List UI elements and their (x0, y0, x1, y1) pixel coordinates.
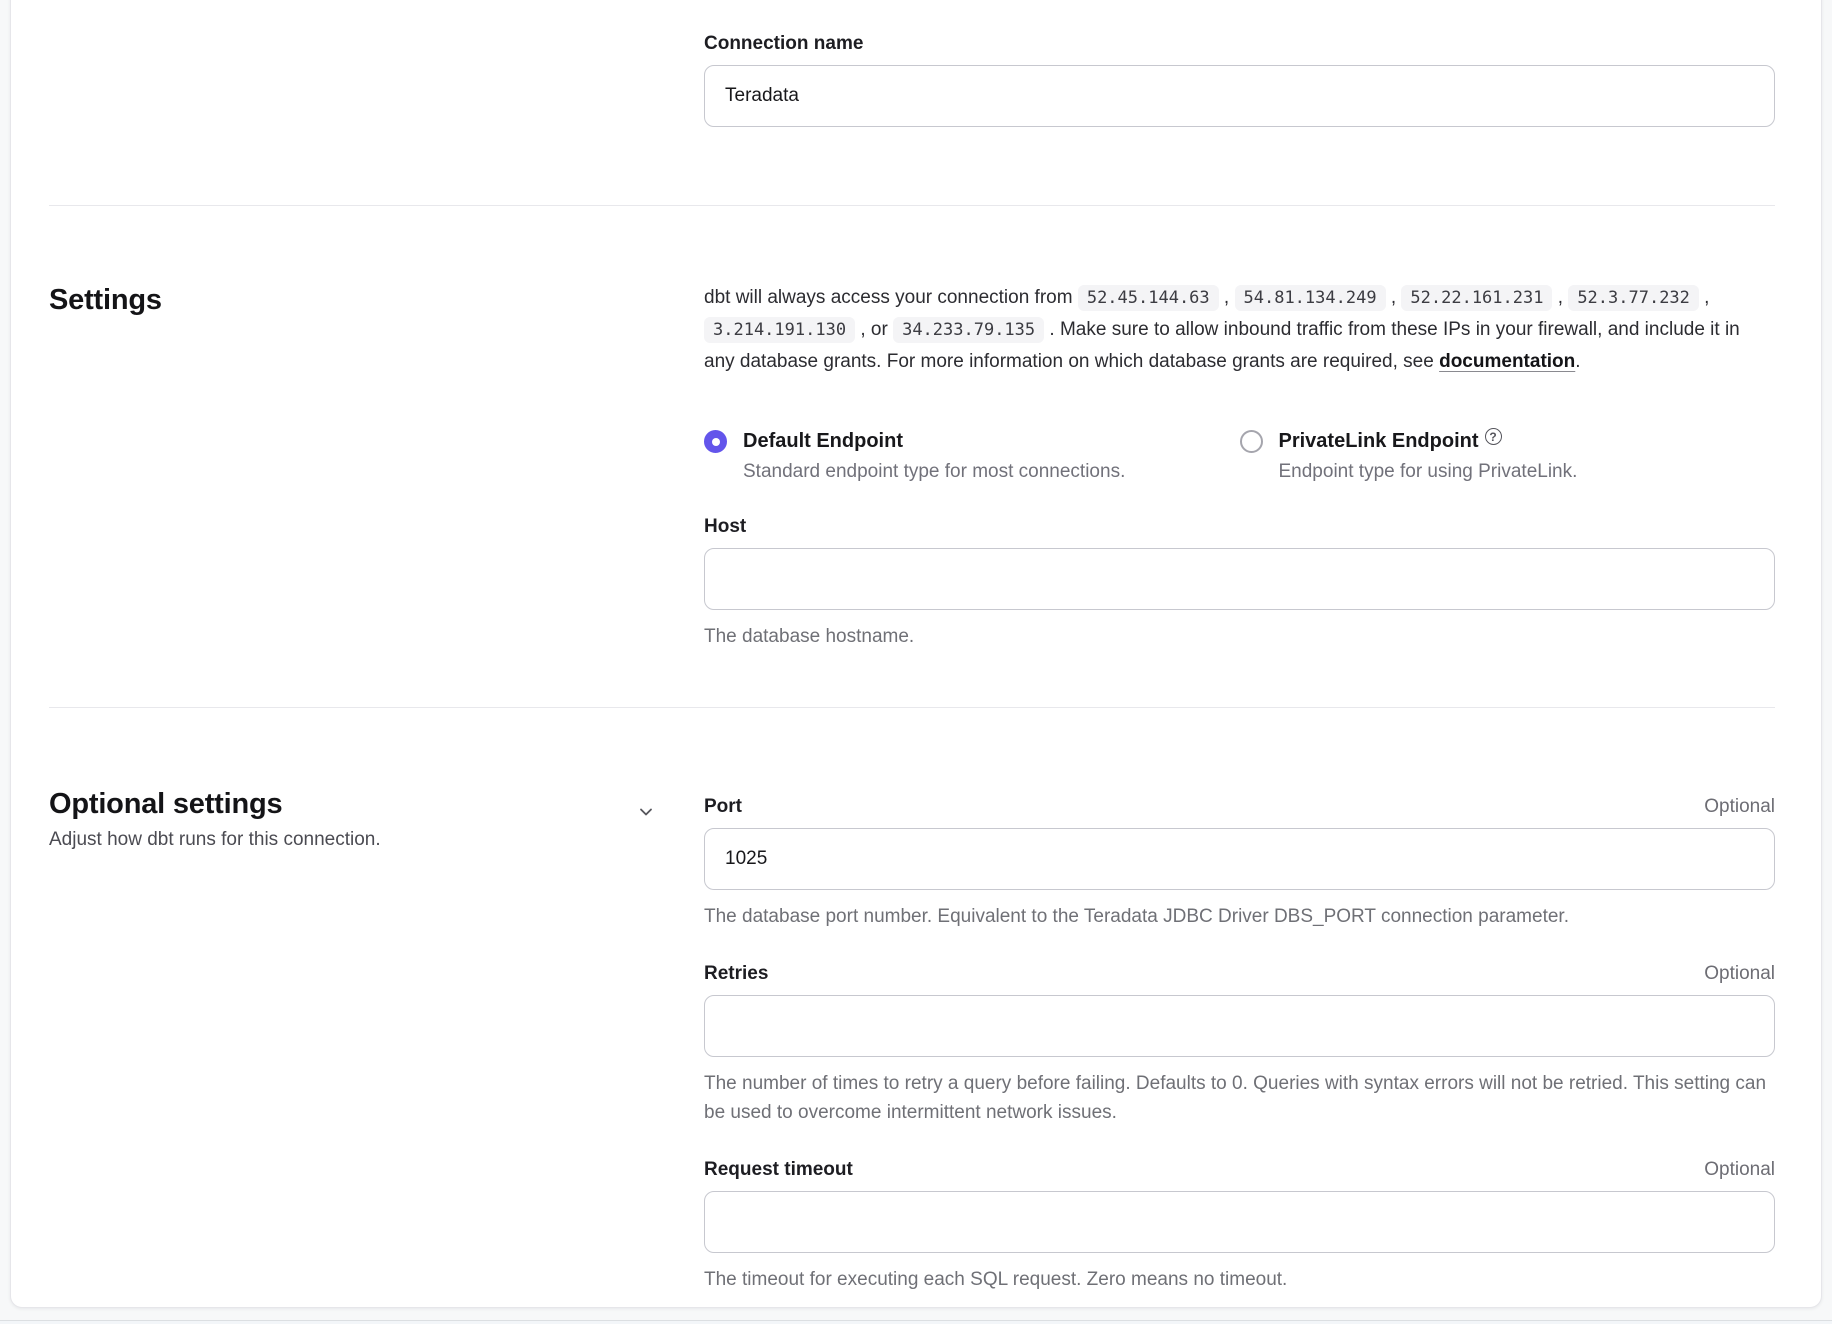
ip-address-chip: 54.81.134.249 (1235, 285, 1386, 311)
retries-input[interactable] (704, 995, 1775, 1057)
ip-allowlist-notice: dbt will always access your connection f… (704, 282, 1775, 377)
settings-section: Settings dbt will always access your con… (49, 206, 1775, 707)
privatelink-endpoint-radio[interactable]: PrivateLink Endpoint? Endpoint type for … (1240, 427, 1776, 486)
ip-address-chip: 52.22.161.231 (1401, 285, 1552, 311)
optional-settings-section: Optional settings Adjust how dbt runs fo… (49, 708, 1775, 1308)
default-endpoint-description: Standard endpoint type for most connecti… (743, 457, 1125, 486)
connection-name-label: Connection name (704, 31, 863, 57)
endpoint-type-radio-group: Default Endpoint Standard endpoint type … (704, 427, 1775, 486)
host-input[interactable] (704, 548, 1775, 610)
ip-address-chip: 34.233.79.135 (893, 317, 1044, 343)
request-timeout-optional-badge: Optional (1704, 1157, 1775, 1183)
collapse-optional-settings-button[interactable] (628, 794, 664, 830)
ip-address-chip: 52.45.144.63 (1078, 285, 1219, 311)
host-label: Host (704, 514, 746, 540)
optional-settings-heading: Optional settings (49, 786, 381, 822)
port-label: Port (704, 794, 742, 820)
connection-settings-card: Connection name Settings dbt will always… (10, 0, 1822, 1308)
help-icon[interactable]: ? (1485, 428, 1502, 445)
host-field: Host The database hostname. (704, 514, 1775, 651)
chevron-down-icon (636, 802, 656, 822)
port-field: Port Optional The database port number. … (704, 794, 1775, 931)
ip-address-chip: 52.3.77.232 (1568, 285, 1699, 311)
retries-optional-badge: Optional (1704, 961, 1775, 987)
port-helper-text: The database port number. Equivalent to … (704, 902, 1775, 931)
default-endpoint-label: Default Endpoint (743, 430, 903, 452)
request-timeout-input[interactable] (704, 1191, 1775, 1253)
port-input[interactable] (704, 828, 1775, 890)
request-timeout-field: Request timeout Optional The timeout for… (704, 1157, 1775, 1294)
settings-heading: Settings (49, 282, 664, 318)
retries-label: Retries (704, 961, 768, 987)
connection-name-field: Connection name (704, 31, 1775, 127)
host-helper-text: The database hostname. (704, 622, 1775, 651)
privatelink-endpoint-description: Endpoint type for using PrivateLink. (1279, 457, 1578, 486)
radio-circle-icon[interactable] (1240, 430, 1263, 453)
retries-field: Retries Optional The number of times to … (704, 961, 1775, 1127)
optional-settings-subheading: Adjust how dbt runs for this connection. (49, 826, 381, 854)
radio-circle-icon[interactable] (704, 430, 727, 453)
ip-address-chip: 3.214.191.130 (704, 317, 855, 343)
request-timeout-label: Request timeout (704, 1157, 853, 1183)
connection-name-input[interactable] (704, 65, 1775, 127)
request-timeout-helper-text: The timeout for executing each SQL reque… (704, 1265, 1775, 1294)
documentation-link[interactable]: documentation (1439, 351, 1575, 372)
retries-helper-text: The number of times to retry a query bef… (704, 1069, 1775, 1127)
privatelink-endpoint-label: PrivateLink Endpoint (1279, 430, 1479, 452)
default-endpoint-radio[interactable]: Default Endpoint Standard endpoint type … (704, 427, 1240, 486)
port-optional-badge: Optional (1704, 794, 1775, 820)
connection-name-section: Connection name (49, 0, 1775, 205)
